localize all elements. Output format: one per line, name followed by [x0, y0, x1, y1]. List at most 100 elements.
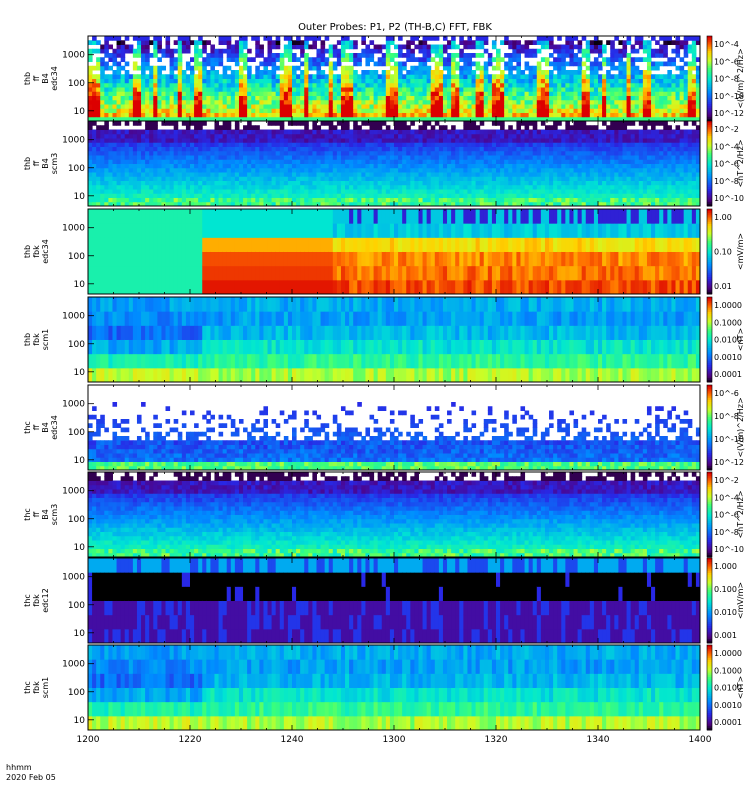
y-axis-label-line: fbk	[32, 594, 41, 607]
y-tick-label: 1000	[62, 660, 85, 670]
colorbar-tick-label: 0.1000	[714, 318, 742, 327]
y-axis-label-line: edc34	[50, 66, 59, 91]
colorbar-unit-label: <nT>	[736, 328, 745, 351]
y-axis-label-line: scm1	[41, 329, 50, 350]
y-axis-label-line: thb	[23, 245, 32, 258]
colorbar-tick-label: 0.01	[714, 282, 732, 291]
y-tick-label: 1000	[62, 312, 85, 322]
colorbar: 10^-410^-610^-810^-1010^-12<(V/m)^2/Hz>	[706, 35, 745, 122]
y-axis-label-line: thc	[23, 421, 32, 434]
y-axis-label-line: ff	[32, 160, 41, 166]
colorbar-unit-label: <nT^2/Hz>	[736, 490, 745, 538]
y-tick-label: 10	[74, 280, 86, 290]
colorbar-tick-label: 10^-2	[714, 125, 739, 134]
spectrogram-cells	[88, 558, 701, 644]
y-axis-label-line: scm3	[50, 153, 59, 174]
y-tick-label: 10	[74, 629, 86, 639]
panels-group: 100010010thb ff B4 edc3410^-410^-610^-810^-…	[23, 35, 745, 731]
y-tick-label: 1000	[62, 400, 85, 410]
y-axis-label-line: thc	[23, 508, 32, 521]
colorbar-unit-label: <nT^2/Hz>	[736, 139, 745, 187]
colorbar: 1.00 0.10 0.01 <mV/m>	[706, 208, 745, 295]
colorbar: 10^-210^-410^-610^-810^-10<nT^2/Hz>	[706, 471, 745, 558]
panel-thc-ff-b4-edc34: 1000 100 10 thc ff B4 edc34 10^-610^-810^-1010^…	[23, 384, 745, 471]
y-tick-label: 10	[74, 192, 86, 202]
spectrogram-cells	[88, 472, 701, 558]
y-axis-label-line: thb	[23, 333, 32, 346]
y-axis-label-line: ff	[32, 424, 41, 430]
colorbar-unit-label: <(V/m)^2/Hz>	[736, 48, 745, 108]
y-tick-label: 1000	[62, 136, 85, 146]
y-axis-label-line: scm1	[41, 677, 50, 698]
y-axis-label-line: thb	[23, 157, 32, 170]
panel-thb-ff-b4-scm3: 100010010thb ff B4 scm310^-210^-410^-610^-8…	[23, 120, 745, 207]
x-tick-label: 1200	[77, 735, 100, 745]
y-axis-label: thc fbk edc12	[23, 588, 50, 613]
panel-thb-fbk-edc34: 1000 100 10 thb fbk edc34 1.00 0.10 0.01 <mV/m>	[23, 208, 745, 295]
y-axis-label: thc ff B4 scm3	[23, 504, 59, 525]
y-axis-label-line: ff	[32, 511, 41, 517]
y-axis-label: thb fbk scm1	[23, 329, 50, 350]
y-tick-label: 100	[68, 79, 85, 89]
colorbar-tick-label: 10^-2	[714, 476, 739, 485]
y-axis-label: thc fbk scm1	[23, 677, 50, 698]
y-tick-label: 100	[68, 340, 85, 350]
y-tick-label: 10	[74, 716, 86, 726]
colorbar-tick-label: 0.0010	[714, 353, 742, 362]
colorbar-tick-label: 0.010	[714, 608, 737, 617]
spectrogram-figure: Outer Probes: P1, P2 (TH-B,C) FFT, FBK 1…	[6, 22, 745, 782]
y-tick-label: 10	[74, 368, 86, 378]
y-axis-label: thb ff B4 edc34	[23, 66, 59, 91]
y-tick-label: 100	[68, 601, 85, 611]
spectrogram-cells	[88, 209, 701, 295]
panel-thc-fbk-edc12: 1000 100 10 thc fbk edc12 1.000 0.100 0.010 0.001…	[23, 557, 745, 644]
colorbar-tick-label: 10^-12	[714, 109, 744, 118]
y-axis-label: thc ff B4 edc34	[23, 415, 59, 440]
y-axis-label-line: fbk	[32, 245, 41, 258]
x-axis-label-hhmm: hhmm	[6, 763, 32, 772]
colorbar-tick-label: 0.1000	[714, 666, 742, 675]
panel-thb-fbk-scm1: 100010010thb fbk scm11.00000.10000.01000.0…	[23, 296, 745, 383]
y-axis-label-line: B4	[41, 509, 50, 520]
y-tick-label: 1000	[62, 573, 85, 583]
colorbar-tick-label: 10^-4	[714, 40, 739, 49]
x-axis-label-date: 2020 Feb 05	[6, 773, 56, 782]
colorbar-tick-label: 10^-12	[714, 458, 744, 467]
y-axis-label-line: ff	[32, 75, 41, 81]
colorbar-tick-label: 0.100	[714, 585, 737, 594]
y-tick-label: 100	[68, 252, 85, 262]
y-tick-label: 1000	[62, 51, 85, 61]
y-axis-label-line: B4	[41, 73, 50, 84]
panel-thc-ff-b4-scm3: 100010010thc ff B4 scm310^-210^-410^-610^-8…	[23, 471, 745, 558]
y-axis-label-line: thc	[23, 594, 32, 607]
y-tick-label: 100	[68, 688, 85, 698]
colorbar-tick-label: 10^-10	[714, 194, 744, 203]
colorbar-unit-label: <(V/m)^2/Hz>	[736, 397, 745, 457]
colorbar-tick-label: 1.000	[714, 562, 737, 571]
colorbar-tick-label: 10^-6	[714, 389, 739, 398]
y-axis-label-line: scm3	[50, 504, 59, 525]
colorbar-tick-label: 0.001	[714, 631, 737, 640]
y-tick-label: 100	[68, 428, 85, 438]
colorbar-unit-label: <nT>	[736, 676, 745, 699]
colorbar-tick-label: 10^-10	[714, 545, 744, 554]
y-axis-label: thb ff B4 scm3	[23, 153, 59, 174]
x-tick-label: 1220	[179, 735, 202, 745]
y-axis-label-line: thb	[23, 72, 32, 85]
y-tick-label: 10	[74, 543, 86, 553]
y-axis-label-line: B4	[41, 158, 50, 169]
y-axis-label-line: B4	[41, 422, 50, 433]
y-tick-label: 1000	[62, 224, 85, 234]
panel-thb-ff-b4-edc34: 1000 100 10 thb ff B4 edc34 10^-410^-610^-810^-…	[23, 35, 745, 122]
colorbar: 10^-610^-810^-1010^-12<(V/m)^2/Hz>	[706, 384, 745, 471]
y-tick-label: 100	[68, 515, 85, 525]
colorbar-unit-label: <mV/m>	[736, 582, 745, 619]
colorbar-tick-label: 0.0001	[714, 718, 742, 727]
y-axis-label-line: edc34	[41, 239, 50, 264]
x-tick-label: 1300	[383, 735, 406, 745]
y-tick-label: 10	[74, 456, 86, 466]
spectrogram-cells	[88, 645, 701, 731]
panel-thc-fbk-scm1: 100010010thc fbk scm11.00000.10000.01000.0…	[23, 644, 745, 731]
colorbar-tick-label: 1.0000	[714, 649, 742, 658]
colorbar-tick-label: 0.0001	[714, 370, 742, 379]
